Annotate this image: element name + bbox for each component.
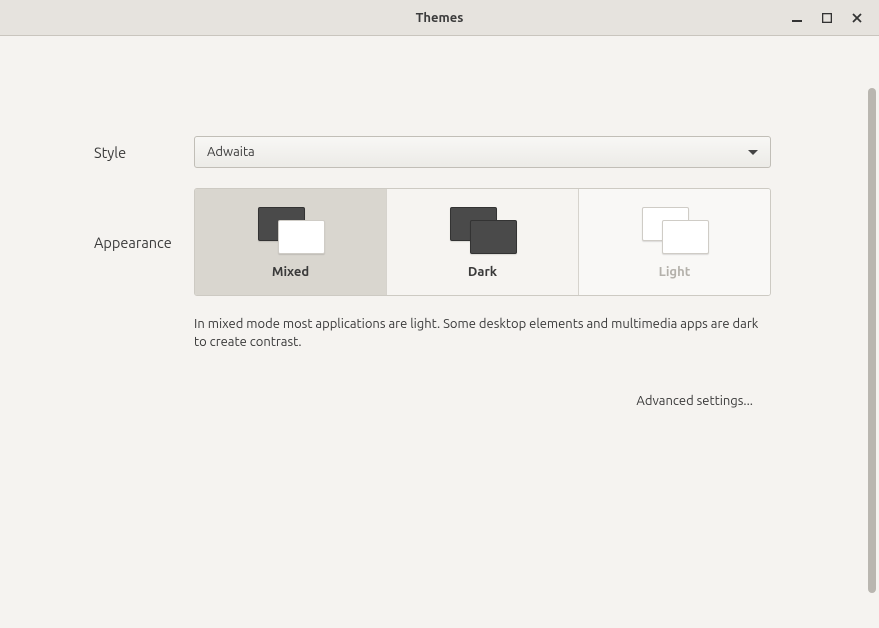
content-area: Style Adwaita Appearance Mixed (0, 36, 865, 628)
appearance-option-mixed[interactable]: Mixed (195, 189, 387, 295)
appearance-label: Appearance (94, 188, 194, 296)
chevron-down-icon (748, 150, 758, 155)
appearance-option-label: Dark (468, 265, 497, 279)
appearance-option-light[interactable]: Light (579, 189, 770, 295)
titlebar: Themes (0, 0, 879, 36)
light-preview-icon (638, 205, 712, 253)
appearance-option-dark[interactable]: Dark (387, 189, 579, 295)
close-button[interactable] (849, 10, 865, 26)
style-dropdown[interactable]: Adwaita (194, 136, 771, 168)
appearance-description: In mixed mode most applications are ligh… (194, 316, 771, 351)
advanced-settings-link[interactable]: Advanced settings... (636, 394, 771, 408)
appearance-options: Mixed Dark Light (194, 188, 771, 296)
window-title: Themes (0, 11, 879, 25)
dark-preview-icon (446, 205, 520, 253)
appearance-option-label: Mixed (272, 265, 309, 279)
scrollbar[interactable] (867, 36, 877, 626)
mixed-preview-icon (254, 205, 328, 253)
scrollbar-thumb[interactable] (868, 88, 876, 593)
appearance-option-label: Light (659, 265, 691, 279)
minimize-button[interactable] (789, 10, 805, 26)
style-label: Style (94, 136, 194, 168)
maximize-button[interactable] (819, 10, 835, 26)
style-dropdown-value: Adwaita (207, 145, 255, 159)
